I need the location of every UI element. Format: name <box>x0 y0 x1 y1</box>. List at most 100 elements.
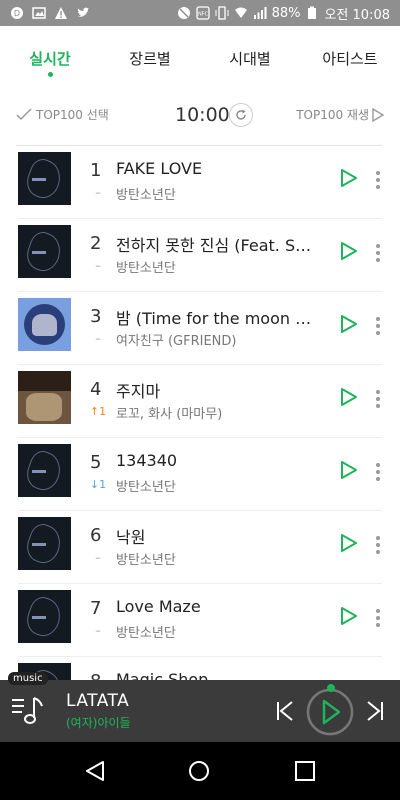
tab-artist[interactable]: 아티스트 <box>300 26 400 92</box>
chart-row[interactable]: 3 – 밤 (Time for the moon night) 여자친구 (GF… <box>18 292 382 365</box>
chart-row[interactable]: 1 – FAKE LOVE 방탄소년단 <box>18 146 382 219</box>
tab-realtime[interactable]: 실시간 <box>0 26 100 92</box>
app-notification-icon: D <box>11 7 23 19</box>
battery-percent: 88% <box>271 5 301 21</box>
now-playing-artist: (여자)아이들 <box>66 716 131 730</box>
rank-change: – <box>95 551 101 564</box>
check-icon <box>16 107 32 120</box>
song-title: 주지마 <box>116 382 161 401</box>
previous-icon[interactable] <box>275 700 295 722</box>
more-options-icon[interactable] <box>375 316 381 336</box>
song-title: 낙원 <box>116 528 146 547</box>
next-icon[interactable] <box>365 700 385 722</box>
chart-row[interactable]: 7 – Love Maze 방탄소년단 <box>18 584 382 657</box>
song-title: 134340 <box>116 451 178 470</box>
more-options-icon[interactable] <box>375 608 381 628</box>
play-all-label: TOP100 재생 <box>296 108 369 122</box>
play-icon[interactable] <box>340 460 358 480</box>
play-pause-button[interactable] <box>305 684 355 738</box>
rank-number: 1 <box>90 160 102 181</box>
album-cover[interactable] <box>18 590 71 643</box>
artist-name: 로꼬, 화사 (마마무) <box>116 407 223 422</box>
svg-text:D: D <box>14 9 20 18</box>
play-icon[interactable] <box>340 533 358 553</box>
gallery-notification-icon <box>32 7 46 19</box>
select-label: TOP100 선택 <box>36 108 109 122</box>
twitter-icon <box>77 7 89 17</box>
now-playing-title: LATATA <box>66 691 130 711</box>
rank-change: ↑1 <box>89 405 107 418</box>
artist-name: 방탄소년단 <box>116 261 176 276</box>
more-options-icon[interactable] <box>375 462 381 482</box>
vibrate-icon <box>215 6 229 20</box>
clock: 오전 10:08 <box>324 7 390 23</box>
album-cover[interactable] <box>18 371 71 424</box>
music-tag: music <box>8 672 48 685</box>
play-icon[interactable] <box>340 314 358 334</box>
chart-row[interactable]: 5 ↓1 134340 방탄소년단 <box>18 438 382 511</box>
artist-name: 방탄소년단 <box>116 188 176 203</box>
refresh-icon <box>236 109 246 120</box>
wifi-icon <box>234 7 247 18</box>
play-icon[interactable] <box>340 168 358 188</box>
album-cover[interactable] <box>18 298 71 351</box>
rank-number: 3 <box>90 306 102 327</box>
battery-icon <box>308 6 317 19</box>
tab-label: 아티스트 <box>322 50 378 68</box>
chart-row[interactable]: 4 ↑1 주지마 로꼬, 화사 (마마무) <box>18 365 382 438</box>
album-cover[interactable] <box>18 517 71 570</box>
tab-label: 시대별 <box>229 50 271 68</box>
mini-player[interactable]: music LATATA (여자)아이들 <box>0 672 400 742</box>
chart-row[interactable]: 2 – 전하지 못한 진심 (Feat. Steve Aoki) 방탄소년단 <box>18 219 382 292</box>
tab-label: 장르별 <box>129 50 171 68</box>
play-icon[interactable] <box>340 606 358 626</box>
chart-toolbar: TOP100 선택 10:00 TOP100 재생 <box>0 92 400 140</box>
top100-play-button[interactable]: TOP100 재생 <box>296 106 384 123</box>
rank-change: – <box>95 332 101 345</box>
warning-icon <box>55 7 67 19</box>
artist-name: 방탄소년단 <box>116 553 176 568</box>
tab-genre[interactable]: 장르별 <box>100 26 200 92</box>
tab-era[interactable]: 시대별 <box>200 26 300 92</box>
status-bar: D NFC 88% 오전 10:08 <box>0 0 400 26</box>
chart-tabs: 실시간 장르별 시대별 아티스트 <box>0 26 400 92</box>
artist-name: 방탄소년단 <box>116 626 176 641</box>
rank-change: – <box>95 624 101 637</box>
play-icon[interactable] <box>340 387 358 407</box>
album-cover[interactable] <box>18 225 71 278</box>
chart-row[interactable]: 6 – 낙원 방탄소년단 <box>18 511 382 584</box>
svg-text:NFC: NFC <box>198 12 209 18</box>
artist-name: 여자친구 (GFRIEND) <box>116 334 237 349</box>
rank-number: 6 <box>90 525 102 546</box>
home-icon[interactable] <box>188 760 210 782</box>
rank-change: ↓1 <box>89 478 107 491</box>
more-options-icon[interactable] <box>375 389 381 409</box>
album-cover[interactable] <box>18 152 71 205</box>
album-cover[interactable] <box>18 444 71 497</box>
more-options-icon[interactable] <box>375 243 381 263</box>
system-nav-bar <box>0 742 400 800</box>
back-icon[interactable] <box>84 760 106 782</box>
rank-change: – <box>95 186 101 199</box>
refresh-button[interactable] <box>229 103 253 127</box>
signal-icon <box>253 7 267 19</box>
rank-number: 7 <box>90 598 102 619</box>
more-options-icon[interactable] <box>375 170 381 190</box>
song-title: FAKE LOVE <box>116 159 203 178</box>
play-icon[interactable] <box>340 241 358 261</box>
artist-name: 방탄소년단 <box>116 480 176 495</box>
tab-label: 실시간 <box>29 50 71 68</box>
song-title: Love Maze <box>116 597 201 616</box>
recent-apps-icon[interactable] <box>294 760 316 782</box>
rank-number: 2 <box>90 233 102 254</box>
active-tab-indicator <box>47 72 53 77</box>
rank-number: 5 <box>90 452 102 473</box>
playlist-icon[interactable] <box>10 694 46 728</box>
mute-icon <box>177 7 190 19</box>
song-title: 전하지 못한 진심 (Feat. Steve Aoki) <box>116 236 316 255</box>
rank-number: 4 <box>90 379 102 400</box>
play-outline-icon <box>372 107 384 122</box>
chart-list: 1 – FAKE LOVE 방탄소년단 2 – 전하지 못한 진심 (Feat.… <box>0 146 400 730</box>
top100-select-button[interactable]: TOP100 선택 <box>16 106 109 123</box>
more-options-icon[interactable] <box>375 535 381 555</box>
